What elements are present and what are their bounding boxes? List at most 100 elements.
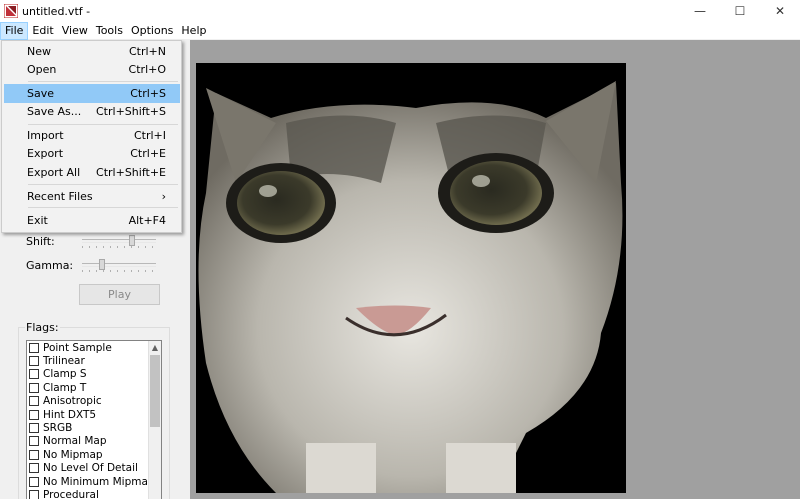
flag-srgb[interactable]: SRGB — [27, 421, 161, 434]
flag-procedural[interactable]: Procedural — [27, 488, 161, 499]
menu-item-save[interactable]: Save Ctrl+S — [4, 84, 180, 103]
gamma-slider-thumb[interactable] — [99, 259, 105, 270]
menu-item-save-as[interactable]: Save As... Ctrl+Shift+S — [4, 102, 180, 121]
flag-label: Procedural — [43, 488, 99, 499]
flag-label: Clamp T — [43, 381, 87, 394]
menu-item-shortcut: Ctrl+S — [130, 87, 166, 100]
menu-item-label: Import — [27, 129, 64, 142]
title-bar: untitled.vtf - — ☐ ✕ — [0, 0, 800, 22]
checkbox[interactable] — [29, 409, 39, 420]
menu-help[interactable]: Help — [177, 22, 210, 40]
flag-no-mipmap[interactable]: No Mipmap — [27, 448, 161, 461]
menu-item-label: Save As... — [27, 105, 82, 118]
menu-bar: File Edit View Tools Options Help — [0, 21, 800, 40]
menu-item-shortcut: Ctrl+I — [133, 129, 166, 142]
checkbox[interactable] — [29, 423, 39, 434]
menu-item-shortcut: Ctrl+E — [130, 147, 166, 160]
checkbox[interactable] — [29, 382, 39, 393]
menu-item-label: Export — [27, 147, 64, 160]
flag-label: Anisotropic — [43, 395, 102, 408]
flags-list[interactable]: Point Sample Trilinear Clamp S Clamp T A… — [26, 340, 162, 499]
flag-trilinear[interactable]: Trilinear — [27, 354, 161, 367]
flag-label: No Mipmap — [43, 448, 103, 461]
menu-item-label: Exit — [27, 214, 48, 227]
checkbox[interactable] — [29, 449, 39, 460]
minimize-button[interactable]: — — [680, 0, 720, 22]
checkbox[interactable] — [29, 369, 39, 380]
menu-separator — [28, 124, 178, 125]
checkbox[interactable] — [29, 489, 39, 499]
flag-label: Hint DXT5 — [43, 408, 97, 421]
checkbox[interactable] — [29, 463, 39, 474]
menu-item-import[interactable]: Import Ctrl+I — [4, 126, 180, 145]
menu-item-label: Open — [27, 63, 57, 76]
flag-label: No Minimum Mipmap — [43, 475, 155, 488]
flag-label: Clamp S — [43, 368, 87, 381]
flags-group: Flags: Point Sample Trilinear Clamp S Cl… — [18, 321, 170, 499]
menu-item-shortcut: Ctrl+O — [128, 63, 166, 76]
flag-label: Normal Map — [43, 435, 107, 448]
menu-edit[interactable]: Edit — [28, 22, 57, 40]
menu-separator — [28, 81, 178, 82]
checkbox[interactable] — [29, 342, 39, 353]
flag-clamp-s[interactable]: Clamp S — [27, 368, 161, 381]
menu-separator — [28, 184, 178, 185]
menu-item-label: Recent Files — [27, 190, 93, 203]
submenu-arrow-icon: › — [161, 190, 166, 203]
menu-separator — [28, 207, 178, 208]
texture-image — [196, 63, 626, 493]
flag-no-level-of-detail[interactable]: No Level Of Detail — [27, 462, 161, 475]
texture-canvas[interactable] — [190, 40, 800, 499]
maximize-button[interactable]: ☐ — [720, 0, 760, 22]
checkbox[interactable] — [29, 396, 39, 407]
menu-item-recent-files[interactable]: Recent Files › — [4, 187, 180, 206]
menu-item-exit[interactable]: Exit Alt+F4 — [4, 211, 180, 230]
checkbox[interactable] — [29, 476, 39, 487]
flag-hint-dxt5[interactable]: Hint DXT5 — [27, 408, 161, 421]
flag-label: Trilinear — [43, 355, 85, 368]
flags-scrollbar[interactable]: ▲ — [148, 341, 161, 499]
menu-item-label: Export All — [27, 166, 81, 179]
flag-point-sample[interactable]: Point Sample — [27, 341, 161, 354]
shift-label: Shift: — [26, 234, 55, 248]
shift-slider-thumb[interactable] — [129, 235, 135, 246]
gamma-slider-ticks — [82, 270, 156, 272]
menu-item-export-all[interactable]: Export All Ctrl+Shift+E — [4, 163, 180, 182]
flag-label: No Level Of Detail — [43, 462, 138, 475]
play-button[interactable]: Play — [79, 284, 160, 305]
flag-label: SRGB — [43, 422, 73, 435]
menu-item-export[interactable]: Export Ctrl+E — [4, 144, 180, 163]
window-title: untitled.vtf - — [22, 4, 91, 18]
menu-tools[interactable]: Tools — [92, 22, 127, 40]
menu-item-shortcut: Ctrl+Shift+E — [96, 166, 166, 179]
menu-item-new[interactable]: New Ctrl+N — [4, 42, 180, 61]
checkbox[interactable] — [29, 436, 39, 447]
scroll-thumb[interactable] — [150, 355, 160, 427]
shift-row: Shift: — [26, 233, 166, 249]
menu-file[interactable]: File — [0, 21, 29, 40]
cat-image — [196, 63, 626, 493]
menu-item-open[interactable]: Open Ctrl+O — [4, 60, 180, 79]
checkbox[interactable] — [29, 356, 39, 367]
file-menu-dropdown: New Ctrl+N Open Ctrl+O Save Ctrl+S Save As.… — [1, 40, 182, 233]
flag-anisotropic[interactable]: Anisotropic — [27, 395, 161, 408]
flag-normal-map[interactable]: Normal Map — [27, 435, 161, 448]
menu-item-shortcut: Ctrl+Shift+S — [96, 105, 166, 118]
menu-item-label: New — [27, 45, 51, 58]
app-icon — [4, 4, 18, 18]
flag-label: Point Sample — [43, 341, 112, 354]
menu-view[interactable]: View — [58, 22, 92, 40]
scroll-up-arrow-icon[interactable]: ▲ — [149, 341, 161, 354]
menu-options[interactable]: Options — [127, 22, 177, 40]
menu-item-shortcut: Alt+F4 — [128, 214, 166, 227]
menu-item-shortcut: Ctrl+N — [128, 45, 166, 58]
gamma-slider[interactable] — [82, 259, 156, 272]
flags-title: Flags: — [25, 321, 60, 334]
menu-item-label: Save — [27, 87, 55, 100]
gamma-row: Gamma: — [26, 257, 166, 273]
flag-no-minimum-mipmap[interactable]: No Minimum Mipmap — [27, 475, 161, 488]
close-button[interactable]: ✕ — [760, 0, 800, 22]
shift-slider[interactable] — [82, 235, 156, 248]
flag-clamp-t[interactable]: Clamp T — [27, 381, 161, 394]
gamma-label: Gamma: — [26, 258, 74, 272]
